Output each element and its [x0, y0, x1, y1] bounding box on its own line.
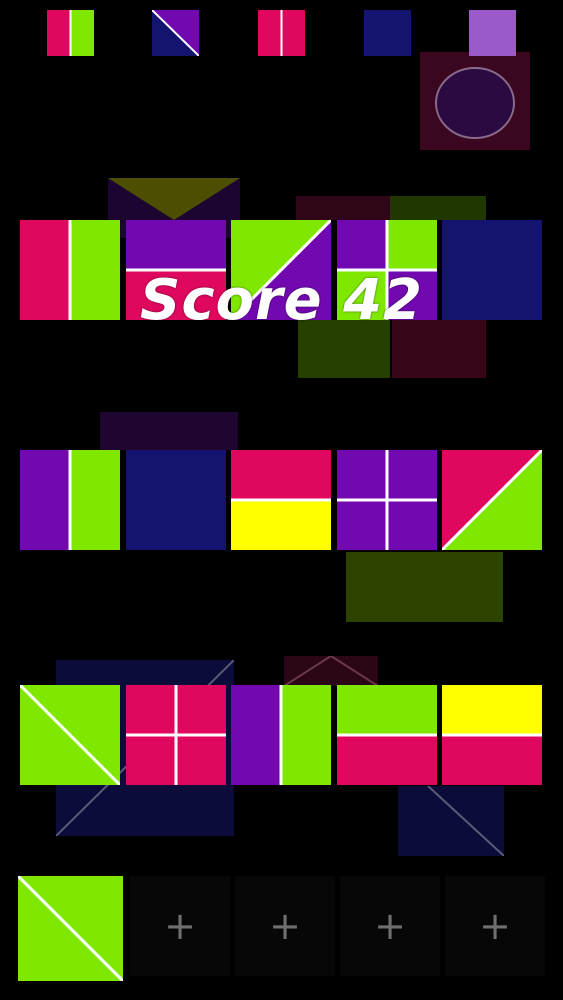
- empty-slot[interactable]: +: [235, 876, 335, 976]
- board-tile[interactable]: [337, 685, 437, 785]
- mini-tile: [469, 10, 516, 56]
- decor-circle-block: [420, 52, 530, 150]
- mini-tile: [364, 10, 411, 56]
- board-tile[interactable]: [126, 450, 226, 550]
- decor-block: [100, 412, 238, 450]
- score-label: Score 42: [139, 268, 424, 333]
- plus-icon: +: [164, 904, 196, 948]
- mini-tile: [152, 10, 199, 56]
- empty-slot[interactable]: +: [130, 876, 230, 976]
- plus-icon: +: [479, 904, 511, 948]
- current-piece[interactable]: [18, 876, 123, 981]
- mini-tile: [258, 10, 305, 56]
- board-tile[interactable]: [442, 685, 542, 785]
- decor-pink-triangle: [284, 656, 378, 686]
- decor-block: [390, 196, 486, 220]
- board-tile[interactable]: [126, 685, 226, 785]
- plus-icon: +: [269, 904, 301, 948]
- plus-icon: +: [374, 904, 406, 948]
- decor-block: [296, 196, 391, 220]
- decor-block: [346, 552, 503, 622]
- empty-slot[interactable]: +: [340, 876, 440, 976]
- empty-slot[interactable]: +: [445, 876, 545, 976]
- board-tile[interactable]: [337, 450, 437, 550]
- board-tile[interactable]: [442, 450, 542, 550]
- decor-navy-triangle: [398, 786, 504, 856]
- board-tile[interactable]: [231, 685, 331, 785]
- mini-tile: [47, 10, 94, 56]
- board-tile[interactable]: [20, 450, 120, 550]
- board-tile[interactable]: [20, 685, 120, 785]
- board-tile[interactable]: [231, 450, 331, 550]
